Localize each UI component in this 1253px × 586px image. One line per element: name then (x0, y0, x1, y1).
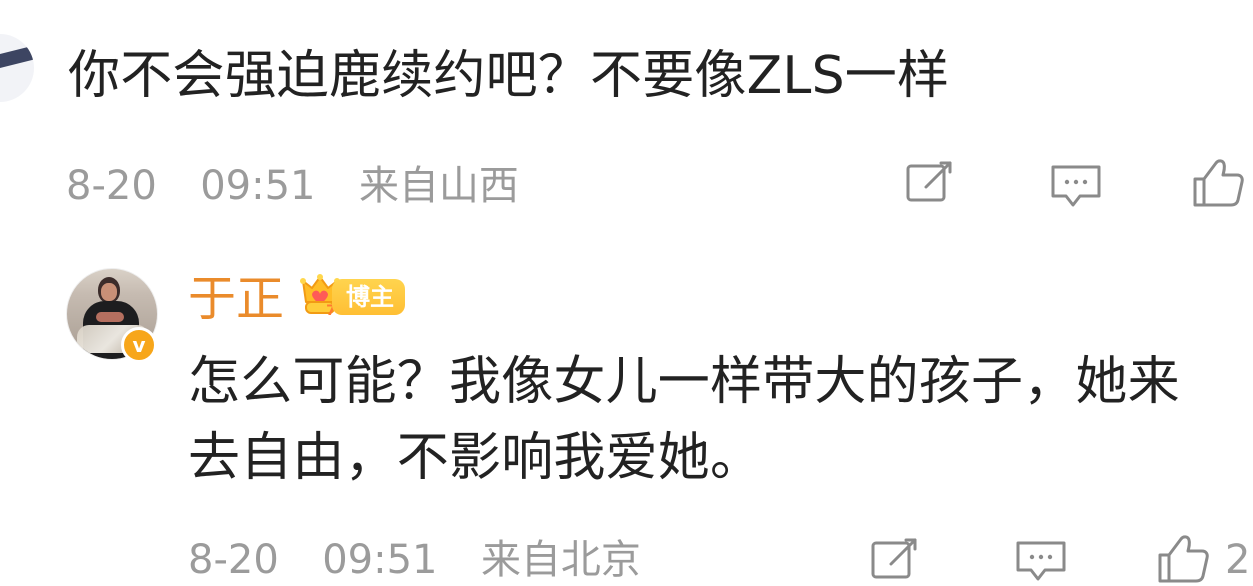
like-count: 2 (1225, 537, 1251, 583)
thumb-up-icon[interactable] (1152, 532, 1214, 586)
verified-mark: v (132, 333, 146, 357)
edit-icon[interactable] (903, 158, 959, 208)
comment-icon[interactable] (1012, 536, 1070, 586)
reply-location: 来自北京 (480, 537, 641, 583)
host-badge-label: 博主 (346, 283, 394, 311)
comment-meta: 8-20 09:51 来自山西 (66, 160, 519, 212)
verified-badge: v (121, 327, 157, 363)
comment-text: 你不会强迫鹿续约吧？不要像ZLS一样 (68, 46, 950, 106)
comment-screen: 你不会强迫鹿续约吧？不要像ZLS一样 8-20 09:51 来自山西 v 于正 … (0, 0, 1253, 586)
host-badge: 博主 (332, 279, 405, 315)
comment-location: 来自山西 (358, 163, 519, 209)
comment-date: 8-20 (66, 163, 157, 209)
reply-time: 09:51 (322, 537, 438, 583)
reply-line-2: 去自由，不影响我爱她。 (188, 428, 763, 488)
reply-text: 怎么可能？我像女儿一样带大的孩子，她来 去自由，不影响我爱她。 (188, 344, 1253, 496)
reply-date: 8-20 (188, 537, 279, 583)
username[interactable]: 于正 (188, 268, 284, 330)
comment-time: 09:51 (200, 163, 316, 209)
avatar-face (101, 283, 117, 301)
thumb-up-icon[interactable] (1187, 155, 1249, 211)
reply-meta: 8-20 09:51 来自北京 (188, 534, 641, 586)
partial-avatar (0, 34, 34, 102)
reply-line-1: 怎么可能？我像女儿一样带大的孩子，她来 (188, 352, 1180, 412)
comment-icon[interactable] (1047, 160, 1105, 212)
edit-icon[interactable] (868, 535, 924, 585)
avatar-hands (96, 312, 124, 322)
avatar-band (0, 45, 34, 77)
